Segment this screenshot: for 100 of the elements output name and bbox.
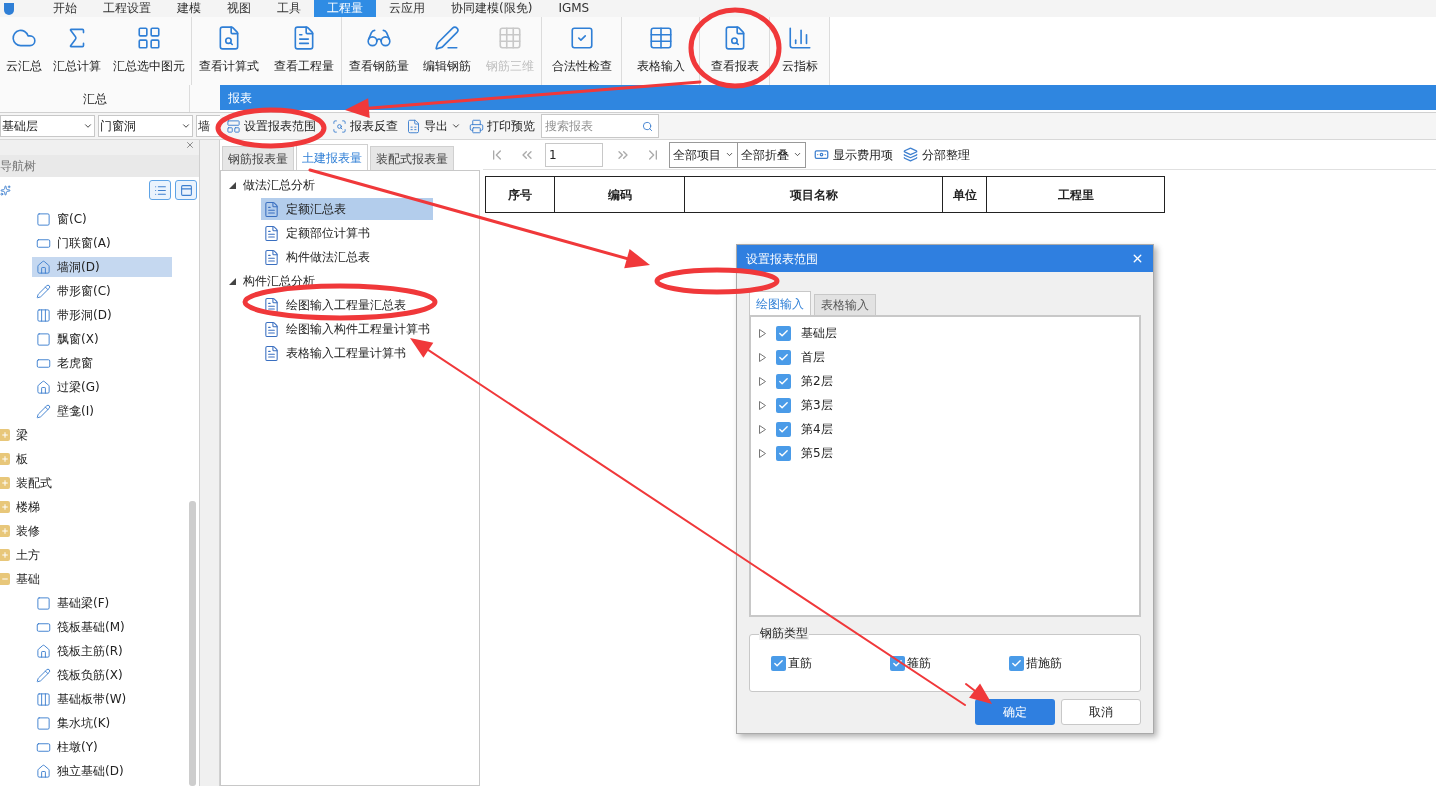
tree-item[interactable]: 带形洞(D) [32, 305, 172, 325]
dropdown[interactable]: 基础层 [0, 115, 95, 137]
report-item[interactable]: 绘图输入构件工程量计算书 [261, 318, 436, 340]
toolbar-button[interactable]: 导出 [404, 115, 463, 137]
menu-tab[interactable]: IGMS [545, 0, 603, 17]
checkbox[interactable] [771, 655, 786, 671]
menu-tab[interactable]: 云应用 [376, 0, 438, 17]
tree-item[interactable]: 筏板基础(M) [32, 617, 172, 637]
checkbox-label: 箍筋 [907, 655, 931, 672]
report-item[interactable]: 定额汇总表 [261, 198, 433, 220]
toolbar-button[interactable]: 显示费用项 [812, 145, 895, 164]
scrollbar-thumb[interactable] [189, 501, 196, 786]
expander-icon[interactable] [759, 400, 766, 410]
report-item[interactable]: 构件做法汇总表 [261, 246, 433, 268]
tab[interactable]: 土建报表量 [296, 144, 368, 170]
menu-tab[interactable]: 视图 [214, 0, 264, 17]
ribbon-button[interactable]: 云汇总 [2, 17, 45, 75]
expander-icon[interactable] [759, 448, 766, 458]
ribbon-button[interactable]: 表格输入 [633, 17, 688, 75]
toolbar-button[interactable]: 设置报表范围 [224, 115, 318, 137]
expander-icon[interactable] [759, 328, 766, 338]
expander-icon[interactable] [759, 424, 766, 434]
menu-tab[interactable]: 工具 [264, 0, 314, 17]
dropdown[interactable]: 墙 [196, 115, 220, 137]
tree-item[interactable]: 柱墩(Y) [32, 737, 172, 757]
tree-item[interactable]: 过梁(G) [32, 377, 172, 397]
tree-item[interactable]: 老虎窗 [32, 353, 172, 373]
toolbar-button[interactable]: 分部整理 [901, 145, 972, 164]
expander-icon[interactable] [229, 277, 236, 285]
cancel-button[interactable]: 取消 [1061, 699, 1141, 725]
checkbox[interactable] [776, 397, 791, 413]
house-icon [36, 379, 51, 395]
caret-icon [793, 150, 802, 159]
dropdown[interactable]: 全部折叠 [738, 141, 806, 168]
tree-item[interactable]: 筏板主筋(R) [32, 641, 172, 661]
checkbox[interactable] [776, 349, 791, 365]
toolbar-button[interactable]: 打印预览 [467, 115, 537, 137]
tree-item[interactable]: 墙洞(D) [32, 257, 172, 277]
checkbox[interactable] [776, 373, 791, 389]
tree-item[interactable]: 装修 [16, 522, 40, 540]
ribbon-button[interactable]: 汇总计算 [50, 17, 105, 75]
ribbon-button[interactable]: 查看工程量 [270, 17, 337, 75]
tree-item[interactable]: 独立基础(D) [32, 761, 172, 781]
tab[interactable]: 绘图输入 [749, 291, 811, 315]
tree-item[interactable]: 楼梯 [16, 498, 40, 516]
panel-view-button[interactable] [175, 180, 197, 200]
page-field[interactable]: 1 [545, 142, 603, 167]
toolbar-button[interactable]: 报表反查 [330, 115, 400, 137]
search-field[interactable]: 搜索报表 [541, 114, 659, 138]
list-view-button[interactable] [149, 180, 171, 200]
tree-item[interactable]: 窗(C) [32, 209, 172, 229]
dropdown[interactable]: 门窗洞 [98, 115, 193, 137]
tree-item[interactable]: 壁龛(I) [32, 401, 172, 421]
tree-item[interactable]: 基础梁(F) [32, 593, 172, 613]
checkbox[interactable] [1009, 655, 1024, 671]
checkbox[interactable] [776, 325, 791, 341]
list-icon [153, 183, 167, 197]
close-icon[interactable] [1131, 252, 1144, 265]
menu-tab[interactable]: 工程设置 [90, 0, 164, 17]
tab[interactable]: 钢筋报表量 [222, 146, 294, 170]
menu-tab[interactable]: 开始 [40, 0, 90, 17]
tree-item[interactable]: 板 [16, 450, 28, 468]
ribbon-button[interactable]: 查看计算式 [196, 17, 263, 75]
expander-icon[interactable] [759, 376, 766, 386]
checkbox[interactable] [776, 421, 791, 437]
tree-item[interactable]: 门联窗(A) [32, 233, 172, 253]
checkbox[interactable] [776, 445, 791, 461]
ribbon-button[interactable]: 汇总选中图元 [110, 17, 189, 75]
tree-item[interactable]: 土方 [16, 546, 40, 564]
floor-label: 第2层 [801, 373, 833, 390]
expander-icon[interactable] [759, 352, 766, 362]
report-item[interactable]: 定额部位计算书 [261, 222, 433, 244]
expander-icon[interactable] [229, 181, 236, 189]
report-icon [263, 248, 280, 266]
dropdown[interactable]: 全部项目 [669, 141, 738, 168]
ribbon-button[interactable]: 查看报表 [707, 17, 762, 75]
dialog-title: 设置报表范围 [746, 250, 818, 268]
menu-tab[interactable]: 协同建模(限免) [438, 0, 546, 17]
tree-item[interactable]: 梁 [16, 426, 28, 444]
tree-item[interactable]: 基础 [16, 570, 40, 588]
menu-tab[interactable]: 建模 [164, 0, 214, 17]
tree-group[interactable]: 做法汇总分析 [243, 176, 315, 194]
tab[interactable]: 表格输入 [814, 294, 876, 315]
ribbon-button[interactable]: 云指标 [778, 17, 821, 75]
tab[interactable]: 装配式报表量 [370, 146, 454, 170]
confirm-button[interactable]: 确定 [975, 699, 1055, 725]
report-item[interactable]: 绘图输入工程量汇总表 [261, 294, 433, 316]
tree-item[interactable]: 带形窗(C) [32, 281, 172, 301]
report-item[interactable]: 表格输入工程量计算书 [261, 342, 433, 364]
tree-item[interactable]: 飘窗(X) [32, 329, 172, 349]
tree-item[interactable]: 集水坑(K) [32, 713, 172, 733]
close-icon[interactable] [185, 140, 195, 150]
menu-tab[interactable]: 工程量 [314, 0, 376, 17]
printer-icon [469, 118, 484, 134]
tree-item[interactable]: 基础板带(W) [32, 689, 172, 709]
tree-item[interactable]: 装配式 [16, 474, 52, 492]
ribbon-button[interactable]: 合法性检查 [548, 17, 615, 75]
ribbon-button[interactable]: 查看钢筋量 [346, 17, 413, 75]
tree-item[interactable]: 筏板负筋(X) [32, 665, 172, 685]
ribbon-button[interactable]: 编辑钢筋 [420, 17, 475, 75]
